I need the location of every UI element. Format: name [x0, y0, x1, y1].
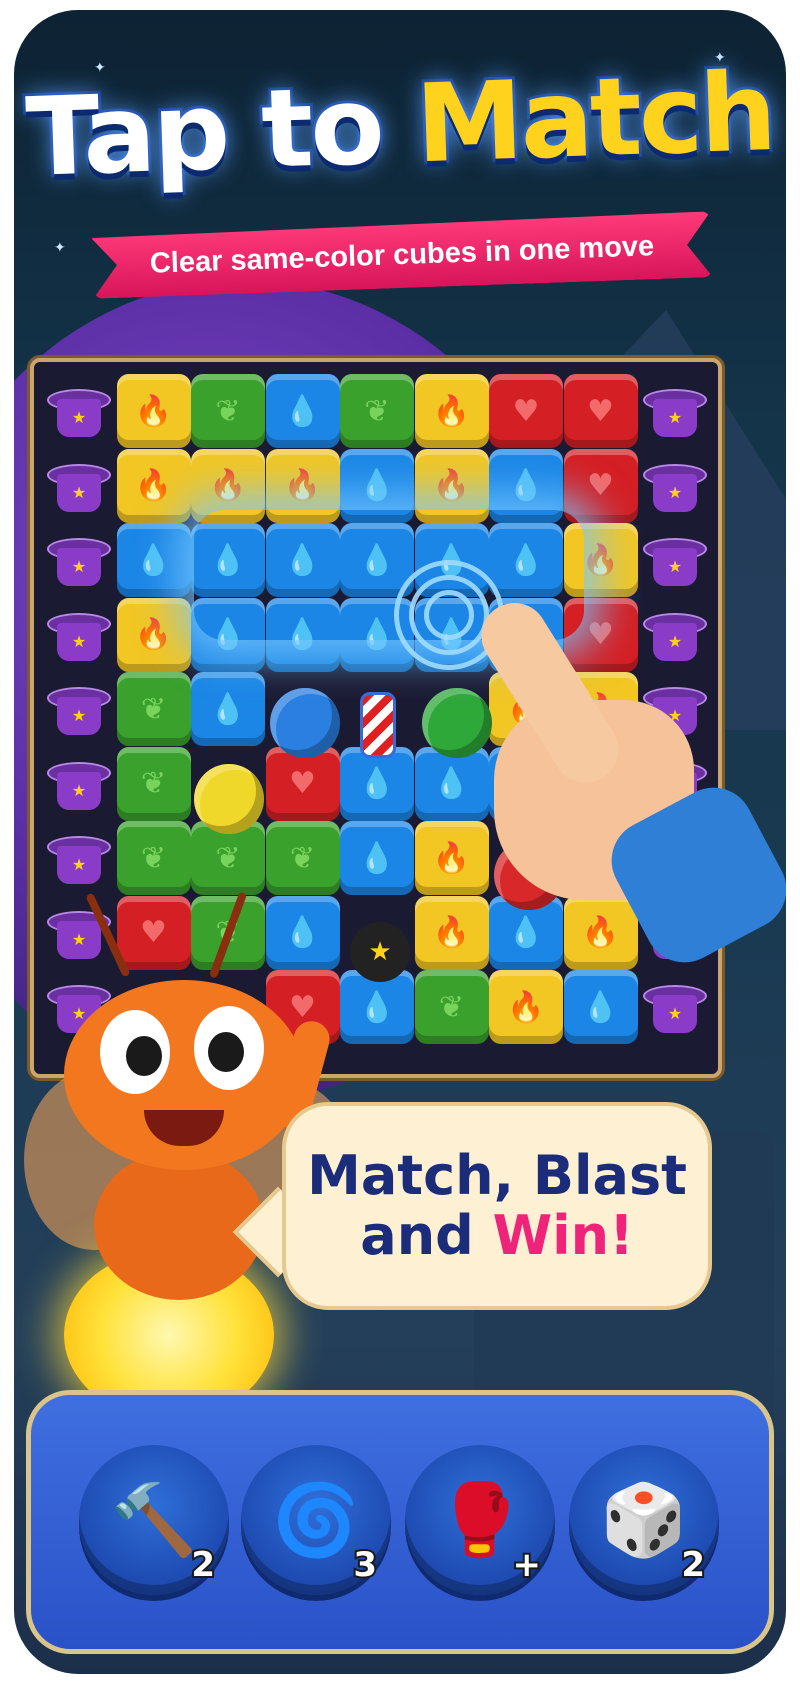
yellow-cube[interactable]: 🔥: [116, 374, 191, 448]
yellow-cube[interactable]: 🔥: [489, 970, 563, 1044]
speech-line-2-prefix: and: [360, 1204, 493, 1267]
magic-hat-blocker[interactable]: ★: [638, 523, 712, 597]
booster-toolbar: 🔨 2 🌀 3 🥊 + 🎲 2: [26, 1390, 774, 1654]
title-word-1: Tap to: [21, 61, 387, 204]
star-icon: ✦: [54, 240, 66, 256]
magic-hat-blocker[interactable]: ★: [42, 672, 116, 746]
title: Tap to Match: [14, 47, 786, 204]
yellow-cube[interactable]: 🔥: [116, 448, 191, 523]
blue-disco-ball[interactable]: [270, 688, 340, 758]
blue-cube[interactable]: 💧: [265, 374, 340, 448]
speech-line-1: Match, Blast: [307, 1143, 687, 1207]
magic-hat-blocker[interactable]: ★: [638, 970, 712, 1044]
drill-count: 3: [351, 1543, 379, 1587]
hammer-count: 2: [189, 1543, 217, 1587]
speech-win-word: Win!: [492, 1204, 634, 1267]
title-word-2: Match: [411, 47, 779, 190]
magic-hat-blocker[interactable]: ★: [42, 449, 116, 523]
magic-hat-blocker[interactable]: ★: [638, 449, 712, 523]
blue-cube[interactable]: 💧: [563, 970, 638, 1044]
green-cube[interactable]: ❦: [116, 746, 191, 821]
green-cube[interactable]: ❦: [191, 374, 265, 448]
tutorial-pointing-hand: [454, 590, 786, 977]
magic-hat-blocker[interactable]: ★: [638, 374, 712, 448]
drill-booster-button[interactable]: 🌀 3: [241, 1445, 391, 1595]
green-cube[interactable]: ❦: [414, 970, 489, 1044]
boxing-glove-count: +: [511, 1543, 543, 1587]
subtitle-ribbon: Clear same-color cubes in one move: [91, 211, 713, 299]
green-cube[interactable]: ❦: [340, 374, 414, 448]
green-cube[interactable]: ❦: [116, 672, 191, 746]
yellow-cube[interactable]: 🔥: [116, 597, 191, 672]
red-cube[interactable]: ♥: [489, 374, 563, 448]
magic-hat-blocker[interactable]: ★: [42, 523, 116, 597]
red-cube[interactable]: ♥: [563, 374, 638, 448]
speech-line-2: and Win!: [360, 1204, 634, 1267]
blue-cube[interactable]: 💧: [191, 672, 265, 746]
magic-hat-blocker[interactable]: ★: [42, 598, 116, 672]
rocket-booster-icon[interactable]: [360, 692, 396, 758]
red-cube[interactable]: ♥: [563, 448, 638, 523]
dice-count: 2: [679, 1543, 707, 1587]
subtitle-text: Clear same-color cubes in one move: [149, 229, 655, 280]
yellow-disco-ball[interactable]: [194, 764, 264, 834]
bomb-icon[interactable]: ★: [350, 922, 410, 982]
speech-bubble: Match, Blast and Win!: [282, 1102, 712, 1310]
yellow-cube[interactable]: 🔥: [414, 374, 489, 448]
magic-hat-blocker[interactable]: ★: [42, 374, 116, 448]
boxing-glove-booster-button[interactable]: 🥊 +: [405, 1445, 555, 1595]
hammer-booster-button[interactable]: 🔨 2: [79, 1445, 229, 1595]
blue-cube[interactable]: 💧: [116, 523, 191, 597]
app-frame: ✦ ✦ ✦ ✦ Tap to Match Clear same-color cu…: [14, 10, 786, 1674]
dice-booster-button[interactable]: 🎲 2: [569, 1445, 719, 1595]
magic-hat-blocker[interactable]: ★: [42, 747, 116, 821]
